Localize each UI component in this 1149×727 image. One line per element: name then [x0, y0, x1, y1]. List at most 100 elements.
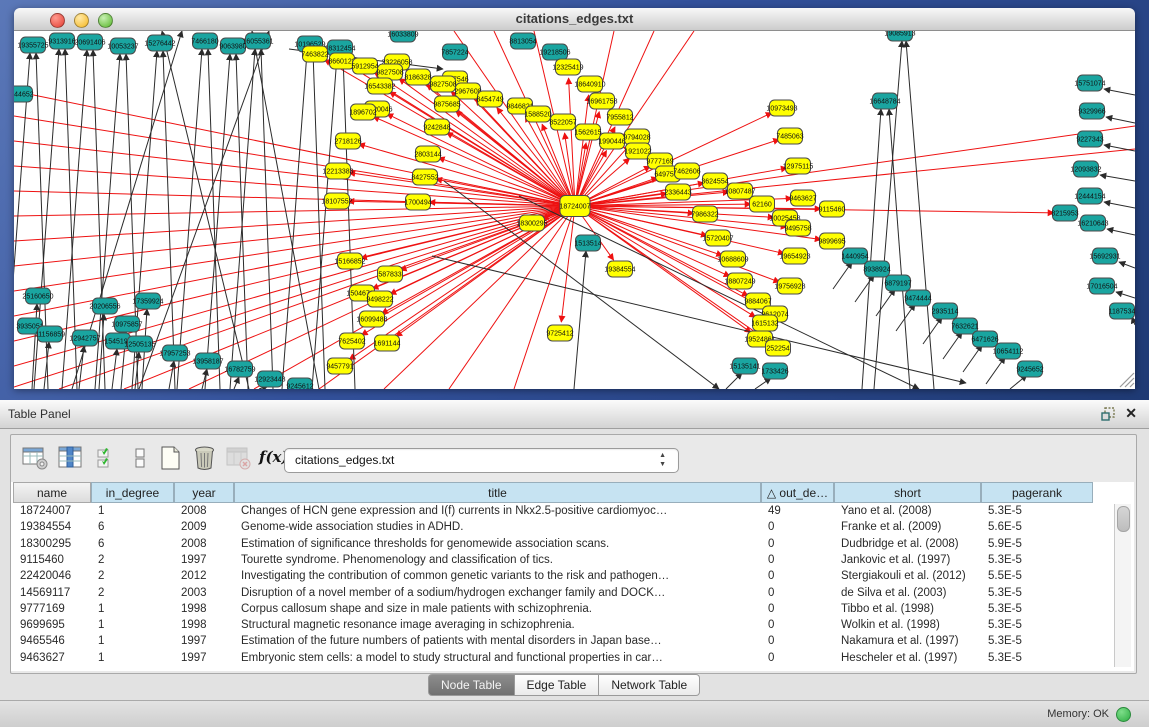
tab-edge-table[interactable]: Edge Table: [515, 674, 600, 696]
table-row[interactable]: 977716911998Corpus callosum shape and si…: [11, 602, 1109, 618]
network-node[interactable]: 19756928: [774, 278, 805, 294]
network-node[interactable]: 17016504: [1086, 278, 1117, 294]
delete-rows-icon[interactable]: [191, 444, 219, 472]
column-header-short[interactable]: short: [834, 482, 981, 503]
network-canvas[interactable]: 1935572593139162069140610053237152764427…: [14, 31, 1135, 389]
network-node[interactable]: 9827508: [429, 76, 456, 92]
table-row[interactable]: 946554611997Estimation of the future num…: [11, 634, 1109, 650]
network-node[interactable]: 7857224: [441, 44, 468, 60]
network-node[interactable]: 18640910: [574, 76, 605, 92]
column-header-pagerank[interactable]: pagerank: [981, 482, 1093, 503]
table-row[interactable]: 911546021997Tourette syndrome. Phenomeno…: [11, 553, 1109, 569]
new-document-icon[interactable]: [157, 444, 185, 472]
network-node[interactable]: 1733426: [761, 363, 788, 379]
network-node[interactable]: 16033809: [387, 31, 418, 42]
network-node[interactable]: 7485063: [776, 128, 803, 144]
network-node[interactable]: 10807487: [724, 183, 755, 199]
network-node[interactable]: 18300295: [516, 215, 547, 231]
select-rows-icon[interactable]: [95, 444, 123, 472]
network-node[interactable]: 19654923: [779, 248, 810, 264]
network-node[interactable]: 16099488: [356, 311, 387, 327]
network-node[interactable]: 7462606: [673, 163, 700, 179]
network-node[interactable]: 19384554: [604, 261, 635, 277]
network-node[interactable]: 9899695: [818, 233, 845, 249]
column-header-out_de[interactable]: △ out_de…: [761, 482, 834, 503]
network-node[interactable]: 15692931: [1089, 248, 1120, 264]
network-node[interactable]: 17957253: [159, 345, 190, 361]
network-node[interactable]: 8454749: [476, 91, 503, 107]
network-node[interactable]: 1944652: [14, 86, 34, 102]
network-node[interactable]: 1615132: [751, 315, 778, 331]
network-node[interactable]: 7463822: [301, 46, 328, 62]
network-node[interactable]: 8938924: [863, 261, 890, 277]
network-node[interactable]: 19218506: [539, 44, 570, 60]
network-node[interactable]: 10975857: [111, 316, 142, 332]
table-scrollbar[interactable]: [1114, 504, 1131, 667]
network-node[interactable]: 9245612: [286, 378, 313, 389]
network-node[interactable]: 9498222: [366, 291, 393, 307]
network-node[interactable]: 9474444: [904, 290, 931, 306]
network-node[interactable]: 7625402: [338, 333, 365, 349]
network-node[interactable]: 1440954: [841, 248, 868, 264]
network-node[interactable]: 1187534: [1109, 303, 1135, 319]
table-row[interactable]: 2242004622012Investigating the contribut…: [11, 569, 1109, 585]
network-node[interactable]: 10654112: [993, 343, 1024, 359]
network-node[interactable]: 12093832: [1070, 161, 1101, 177]
network-node[interactable]: 9875685: [433, 96, 460, 112]
network-node[interactable]: 9115460: [819, 201, 846, 217]
network-node[interactable]: 7955812: [606, 109, 633, 125]
table-selector-dropdown[interactable]: citations_edges.txt ▲▼: [284, 448, 679, 473]
window-resize-grip[interactable]: [1130, 383, 1134, 387]
network-node[interactable]: 1896702: [349, 104, 376, 120]
network-node[interactable]: 7466180: [191, 33, 218, 49]
network-node[interactable]: 1700494: [404, 194, 431, 210]
network-node[interactable]: 9495758: [784, 220, 811, 236]
network-node[interactable]: 8215953: [1051, 205, 1078, 221]
network-node[interactable]: 9242848: [423, 119, 450, 135]
float-panel-icon[interactable]: [1101, 407, 1115, 421]
network-node[interactable]: 25160650: [22, 288, 53, 304]
network-node[interactable]: 8522057: [549, 114, 576, 130]
network-node[interactable]: 12444154: [1074, 188, 1105, 204]
network-node[interactable]: 20206556: [89, 298, 120, 314]
network-graph[interactable]: 1935572593139162069140610053237152764427…: [14, 31, 1135, 389]
network-node[interactable]: 1691144: [374, 335, 401, 351]
network-node[interactable]: 12213383: [322, 163, 353, 179]
network-node[interactable]: 16648784: [869, 93, 900, 109]
network-node[interactable]: 10688609: [717, 251, 748, 267]
network-node[interactable]: 19085913: [884, 31, 915, 41]
row-height-icon[interactable]: [127, 444, 155, 472]
network-node[interactable]: 10053237: [107, 38, 138, 54]
network-node[interactable]: 7986322: [691, 206, 718, 222]
network-node[interactable]: 9463627: [789, 190, 816, 206]
network-node[interactable]: 9313916: [48, 33, 75, 49]
network-node[interactable]: 9457791: [326, 358, 353, 374]
network-node[interactable]: 9725412: [546, 325, 573, 341]
network-node[interactable]: 16210643: [1077, 215, 1108, 231]
network-node[interactable]: 19355725: [17, 37, 48, 53]
network-node[interactable]: 2935114: [932, 303, 959, 319]
network-node[interactable]: 15166852: [334, 253, 365, 269]
show-columns-icon[interactable]: [57, 444, 85, 472]
network-node[interactable]: 13958187: [192, 353, 223, 369]
network-node[interactable]: 5912954: [351, 58, 378, 74]
network-node[interactable]: 6471626: [971, 331, 998, 347]
network-node[interactable]: 17359924: [132, 293, 163, 309]
network-node[interactable]: 12505135: [124, 336, 155, 352]
network-node[interactable]: 2803144: [414, 146, 441, 162]
network-node[interactable]: 15751074: [1074, 75, 1105, 91]
network-node[interactable]: 16961758: [586, 93, 617, 109]
network-node[interactable]: 18807249: [724, 273, 755, 289]
table-row[interactable]: 969969511998Structural magnetic resonanc…: [11, 618, 1109, 634]
network-node[interactable]: 16782759: [224, 361, 255, 377]
network-node[interactable]: 8186328: [404, 69, 431, 85]
network-node[interactable]: 3624554: [701, 173, 728, 189]
network-node[interactable]: 2336443: [664, 184, 691, 200]
table-row[interactable]: 1872400712008Changes of HCN gene express…: [11, 504, 1109, 520]
network-node[interactable]: 8427552: [411, 169, 438, 185]
network-node[interactable]: 10973493: [766, 100, 797, 116]
close-panel-icon[interactable]: ✕: [1125, 405, 1137, 421]
network-node[interactable]: 8813054: [509, 33, 536, 49]
network-node[interactable]: 6879197: [884, 275, 911, 291]
network-node[interactable]: 1513514: [574, 235, 601, 251]
